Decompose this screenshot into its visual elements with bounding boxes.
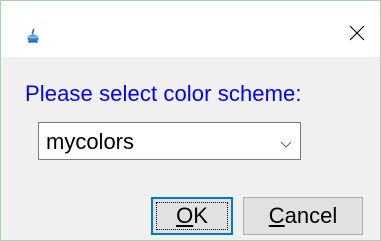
- dialog-window: Please select color scheme: mycolors OK …: [0, 0, 381, 241]
- cancel-button-label: Cancel: [269, 203, 337, 229]
- chevron-down-icon[interactable]: [280, 136, 292, 148]
- prompt-label: Please select color scheme:: [25, 81, 302, 106]
- java-cup-icon: [25, 28, 41, 44]
- title-bar[interactable]: [1, 1, 380, 57]
- color-scheme-select[interactable]: mycolors: [38, 122, 301, 160]
- ok-mnemonic: O: [176, 203, 194, 228]
- cancel-button[interactable]: Cancel: [243, 197, 363, 235]
- close-icon: [349, 25, 365, 41]
- ok-label-rest: K: [193, 203, 208, 228]
- dialog-body: Please select color scheme: mycolors OK …: [1, 57, 380, 240]
- ok-button-label: OK: [176, 203, 208, 229]
- ok-button[interactable]: OK: [151, 197, 233, 235]
- cancel-mnemonic: C: [268, 203, 285, 228]
- close-button[interactable]: [334, 13, 380, 53]
- color-scheme-select-value: mycolors: [46, 129, 135, 154]
- cancel-label-rest: ancel: [284, 203, 338, 228]
